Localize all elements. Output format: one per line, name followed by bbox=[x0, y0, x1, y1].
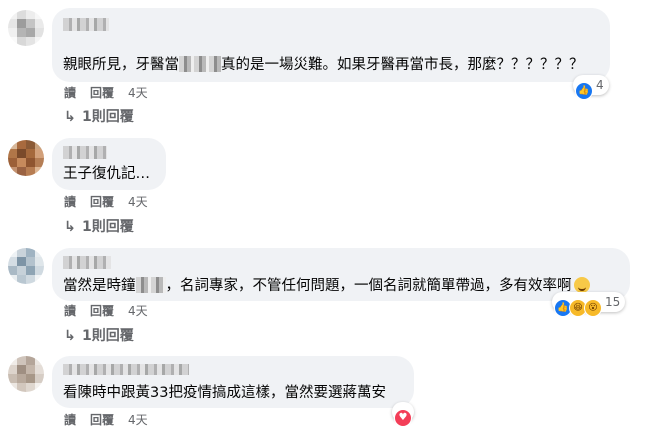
comment-actions: 讀回覆 4天 bbox=[64, 303, 162, 319]
view-replies-link[interactable]: ↳ 1則回覆 bbox=[64, 327, 134, 345]
reaction-summary[interactable]: 👍 4 bbox=[573, 75, 609, 100]
reply-arrow-icon: ↳ bbox=[64, 109, 76, 125]
replies-label: 1則回覆 bbox=[82, 328, 134, 344]
author-name-blurred[interactable] bbox=[63, 256, 111, 269]
smile-emoji-icon bbox=[573, 277, 590, 293]
reply-button[interactable]: 回覆 bbox=[90, 304, 114, 318]
read-button[interactable]: 讀 bbox=[64, 195, 76, 209]
redacted-name bbox=[179, 56, 221, 72]
comment-1: 親眼所見，牙醫當 真的是一場災難。如果牙醫再當市長，那麼？？？？？？ 👍 4 讀回覆… bbox=[0, 0, 650, 128]
read-button[interactable]: 讀 bbox=[64, 413, 76, 427]
love-icon: ♥ bbox=[394, 409, 412, 427]
reply-button[interactable]: 回覆 bbox=[90, 86, 114, 100]
comment-4: 看陳時中跟黃33把疫情搞成這樣，當然要選蔣萬安 ♥ 讀回覆 4天 bbox=[0, 350, 650, 432]
reaction-count: 4 bbox=[596, 78, 604, 92]
comment-actions: 讀回覆 4天 bbox=[64, 194, 162, 210]
author-name-blurred[interactable] bbox=[63, 364, 189, 375]
reply-arrow-icon: ↳ bbox=[64, 328, 76, 344]
read-button[interactable]: 讀 bbox=[64, 304, 76, 318]
comment-bubble: 看陳時中跟黃33把疫情搞成這樣，當然要選蔣萬安 bbox=[52, 356, 414, 408]
view-replies-link[interactable]: ↳ 1則回覆 bbox=[64, 108, 134, 126]
replies-label: 1則回覆 bbox=[82, 109, 134, 125]
comment-bubble: 當然是時鐘 ，名詞專家，不管任何問題，一個名詞就簡單帶過，多有效率啊 bbox=[52, 248, 630, 301]
comment-2: 王子復仇記… 讀回覆 4天 ↳ 1則回覆 bbox=[0, 134, 650, 244]
view-replies-link[interactable]: ↳ 1則回覆 bbox=[64, 218, 134, 236]
avatar[interactable] bbox=[8, 248, 44, 284]
comment-3: 當然是時鐘 ，名詞專家，不管任何問題，一個名詞就簡單帶過，多有效率啊 👍 😆 😮 15 … bbox=[0, 242, 650, 352]
reply-arrow-icon: ↳ bbox=[64, 219, 76, 235]
read-button[interactable]: 讀 bbox=[64, 86, 76, 100]
reply-button[interactable]: 回覆 bbox=[90, 413, 114, 427]
avatar[interactable] bbox=[8, 10, 44, 46]
timestamp[interactable]: 4天 bbox=[128, 195, 148, 209]
timestamp[interactable]: 4天 bbox=[128, 413, 148, 427]
comment-actions: 讀回覆 4天 bbox=[64, 412, 162, 428]
wow-icon: 😮 bbox=[584, 299, 602, 317]
author-name-blurred[interactable] bbox=[63, 18, 109, 31]
reply-button[interactable]: 回覆 bbox=[90, 195, 114, 209]
reaction-summary[interactable]: ♥ bbox=[392, 402, 414, 427]
reaction-summary[interactable]: 👍 😆 😮 15 bbox=[552, 292, 626, 317]
comment-text: 看陳時中跟黃33把疫情搞成這樣，當然要選蔣萬安 bbox=[63, 385, 386, 401]
redacted-name bbox=[135, 277, 166, 293]
replies-label: 1則回覆 bbox=[82, 219, 134, 235]
comment-bubble: 親眼所見，牙醫當 真的是一場災難。如果牙醫再當市長，那麼？？？？？？ bbox=[52, 8, 610, 82]
timestamp[interactable]: 4天 bbox=[128, 304, 148, 318]
comment-actions: 讀回覆 4天 bbox=[64, 85, 162, 101]
author-name-blurred[interactable] bbox=[63, 146, 107, 159]
comment-text: 當然是時鐘 ，名詞專家，不管任何問題，一個名詞就簡單帶過，多有效率啊 bbox=[63, 277, 590, 295]
comment-bubble: 王子復仇記… bbox=[52, 138, 166, 190]
comment-text: 親眼所見，牙醫當 真的是一場災難。如果牙醫再當市長，那麼？？？？？？ bbox=[63, 56, 584, 73]
reaction-count: 15 bbox=[605, 295, 621, 309]
avatar[interactable] bbox=[8, 356, 44, 392]
timestamp[interactable]: 4天 bbox=[128, 86, 148, 100]
comment-text: 王子復仇記… bbox=[63, 166, 150, 182]
like-icon: 👍 bbox=[575, 82, 593, 100]
avatar[interactable] bbox=[8, 140, 44, 176]
